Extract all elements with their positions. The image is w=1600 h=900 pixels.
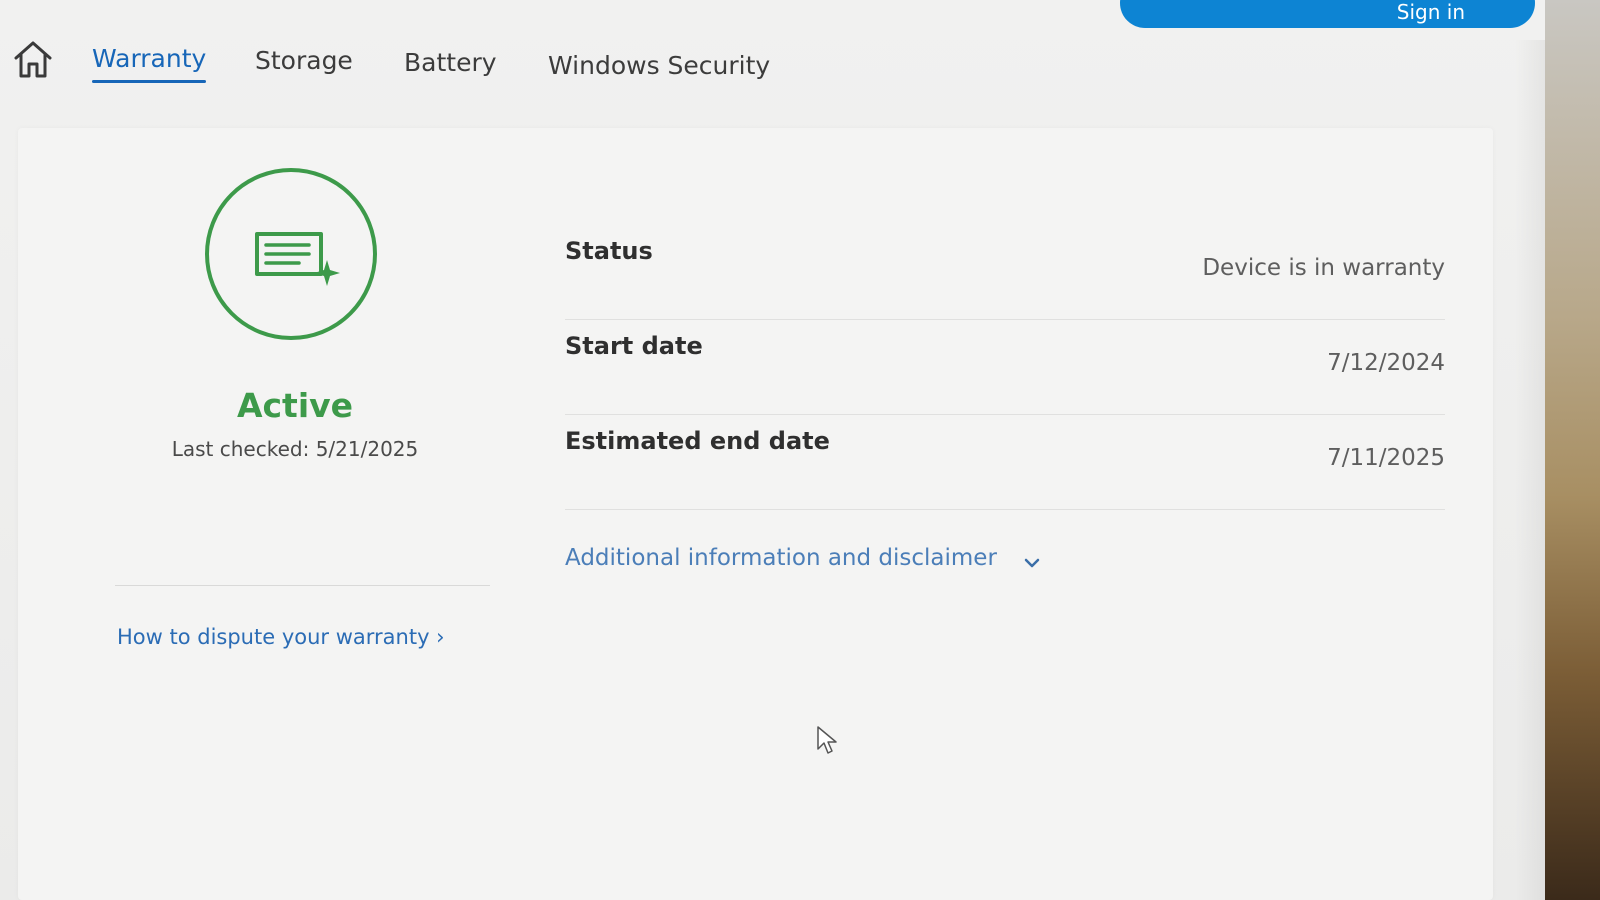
top-navigation: Warranty Storage Battery Windows Securit…	[0, 30, 1545, 100]
detail-label: Start date	[565, 332, 703, 360]
last-checked-date: Last checked: 5/21/2025	[171, 437, 419, 461]
detail-label: Estimated end date	[565, 427, 830, 455]
signin-button[interactable]: Sign in	[1120, 0, 1535, 28]
disclaimer-expander[interactable]: Additional information and disclaimer	[565, 545, 1040, 571]
detail-row-status: Status Device is in warranty	[565, 225, 1445, 320]
tab-battery[interactable]: Battery	[404, 48, 497, 77]
detail-value: 7/12/2024	[1327, 350, 1445, 376]
mouse-pointer-icon	[816, 725, 838, 755]
tab-storage[interactable]: Storage	[255, 46, 353, 75]
detail-label: Status	[565, 237, 653, 265]
warranty-details: Status Device is in warranty Start date …	[565, 225, 1445, 510]
detail-value: Device is in warranty	[1202, 255, 1445, 281]
dispute-warranty-link[interactable]: How to dispute your warranty ›	[117, 625, 445, 649]
divider	[115, 585, 490, 586]
warranty-status-badge	[205, 168, 377, 340]
detail-row-end-date: Estimated end date 7/11/2025	[565, 415, 1445, 510]
detail-value: 7/11/2025	[1327, 445, 1445, 471]
disclaimer-label: Additional information and disclaimer	[565, 545, 997, 571]
tab-warranty[interactable]: Warranty	[92, 44, 207, 83]
document-star-icon	[251, 228, 343, 290]
home-icon[interactable]	[12, 38, 54, 80]
warranty-status-label: Active	[236, 386, 354, 425]
tab-windows-security[interactable]: Windows Security	[548, 51, 770, 80]
app-window: Sign in Warranty Storage Battery Windows…	[0, 0, 1545, 900]
chevron-down-icon	[1024, 551, 1040, 567]
detail-row-start-date: Start date 7/12/2024	[565, 320, 1445, 415]
